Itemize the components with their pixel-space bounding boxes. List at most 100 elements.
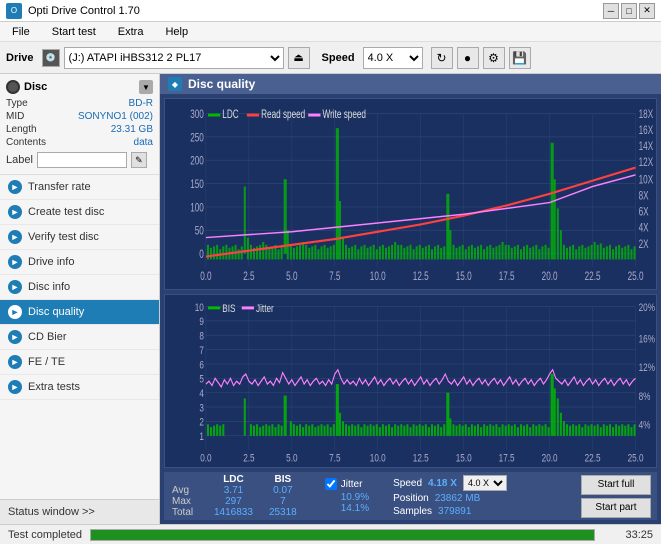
nav-verify-test-disc[interactable]: ► Verify test disc: [0, 225, 159, 250]
menu-help[interactable]: Help: [161, 24, 192, 40]
progress-time: 33:25: [603, 529, 653, 541]
nav-disc-quality[interactable]: ► Disc quality: [0, 300, 159, 325]
max-ldc: 297: [206, 496, 261, 507]
title-bar: O Opti Drive Control 1.70 ─ □ ✕: [0, 0, 661, 22]
svg-text:7.5: 7.5: [329, 452, 341, 465]
disc-header: Disc ▼: [6, 80, 153, 94]
max-label: Max: [170, 496, 206, 507]
nav-label-cd-bier: CD Bier: [28, 331, 67, 343]
disc-mid-label: MID: [6, 111, 24, 122]
eject-button[interactable]: ⏏: [288, 47, 310, 69]
disc-length-row: Length 23.31 GB: [6, 124, 153, 135]
nav-icon-transfer-rate: ►: [8, 180, 22, 194]
disc-expand-button[interactable]: ▼: [139, 80, 153, 94]
disc-contents-row: Contents data: [6, 137, 153, 148]
nav-icon-disc-quality: ►: [8, 305, 22, 319]
svg-text:7: 7: [199, 344, 204, 357]
samples-label: Samples: [393, 506, 432, 517]
status-bar: Test completed 33:25: [0, 524, 661, 544]
save-button[interactable]: 💾: [509, 47, 531, 69]
close-button[interactable]: ✕: [639, 3, 655, 19]
start-buttons: Start full Start part: [581, 475, 651, 518]
drive-select[interactable]: (J:) ATAPI iHBS312 2 PL17: [64, 47, 284, 69]
maximize-button[interactable]: □: [621, 3, 637, 19]
svg-text:17.5: 17.5: [499, 271, 515, 284]
svg-text:50: 50: [195, 225, 204, 238]
svg-text:6X: 6X: [639, 206, 649, 219]
svg-text:25.0: 25.0: [628, 452, 644, 465]
nav-icon-extra-tests: ►: [8, 380, 22, 394]
speed-stat-select[interactable]: 4.0 X: [463, 475, 507, 491]
nav-icon-create-test-disc: ►: [8, 205, 22, 219]
disc-header-label: Disc: [24, 81, 47, 93]
avg-ldc: 3.71: [206, 485, 261, 496]
total-label: Total: [170, 507, 206, 518]
svg-text:8: 8: [199, 330, 204, 343]
jitter-checkbox[interactable]: [325, 478, 337, 490]
bis-header: BIS: [261, 474, 305, 485]
svg-text:25.0: 25.0: [628, 271, 644, 284]
start-part-button[interactable]: Start part: [581, 498, 651, 518]
start-full-button[interactable]: Start full: [581, 475, 651, 495]
position-value: 23862 MB: [435, 493, 481, 504]
nav-label-fe-te: FE / TE: [28, 356, 65, 368]
disc-label-edit-button[interactable]: ✎: [131, 152, 147, 168]
content-header-icon: ◆: [168, 77, 182, 91]
nav-section: ► Transfer rate ► Create test disc ► Ver…: [0, 175, 159, 499]
minimize-button[interactable]: ─: [603, 3, 619, 19]
svg-text:15.0: 15.0: [456, 452, 472, 465]
status-window-button[interactable]: Status window >>: [0, 499, 159, 524]
speed-select[interactable]: 4.0 X 2.0 X 1.0 X: [363, 47, 423, 69]
disc-type-row: Type BD-R: [6, 98, 153, 109]
settings-button[interactable]: ⚙: [483, 47, 505, 69]
svg-text:100: 100: [190, 202, 204, 215]
avg-label: Avg: [170, 485, 206, 496]
nav-transfer-rate[interactable]: ► Transfer rate: [0, 175, 159, 200]
nav-label-extra-tests: Extra tests: [28, 381, 80, 393]
svg-text:Jitter: Jitter: [256, 303, 274, 316]
svg-text:10.0: 10.0: [370, 452, 386, 465]
menu-bar: File Start test Extra Help: [0, 22, 661, 42]
svg-text:5: 5: [199, 373, 204, 386]
nav-drive-info[interactable]: ► Drive info: [0, 250, 159, 275]
drive-label: Drive: [6, 52, 34, 64]
content-header: ◆ Disc quality: [160, 74, 661, 94]
speed-label: Speed: [322, 52, 355, 64]
svg-text:LDC: LDC: [222, 109, 238, 122]
disc-label-row: Label ✎: [6, 152, 153, 168]
disc-label-input[interactable]: [37, 152, 127, 168]
nav-disc-info[interactable]: ► Disc info: [0, 275, 159, 300]
disc-section: Disc ▼ Type BD-R MID SONYNO1 (002) Lengt…: [0, 74, 159, 175]
menu-start-test[interactable]: Start test: [48, 24, 100, 40]
disc-mid-value: SONYNO1 (002): [78, 111, 153, 122]
nav-cd-bier[interactable]: ► CD Bier: [0, 325, 159, 350]
nav-label-create-test-disc: Create test disc: [28, 206, 104, 218]
refresh-button[interactable]: ↻: [431, 47, 453, 69]
svg-text:150: 150: [190, 179, 204, 192]
svg-text:2.5: 2.5: [243, 452, 255, 465]
nav-fe-te[interactable]: ► FE / TE: [0, 350, 159, 375]
chart-ldc-svg: 300 250 200 150 100 50 0 18X 16X 14X 12X: [165, 99, 656, 289]
disc-length-label: Length: [6, 124, 37, 135]
svg-text:16X: 16X: [639, 125, 654, 138]
nav-create-test-disc[interactable]: ► Create test disc: [0, 200, 159, 225]
menu-file[interactable]: File: [8, 24, 34, 40]
content-title: Disc quality: [188, 77, 255, 91]
svg-text:12.5: 12.5: [413, 271, 429, 284]
menu-extra[interactable]: Extra: [114, 24, 148, 40]
disc-action-button[interactable]: ●: [457, 47, 479, 69]
content-area: ◆ Disc quality: [160, 74, 661, 524]
bottom-stats-row: LDC BIS Avg 3.71 0.07 Max 297 7: [164, 472, 657, 520]
total-ldc: 1416833: [206, 507, 261, 518]
svg-text:Write speed: Write speed: [323, 109, 366, 122]
svg-text:6: 6: [199, 359, 204, 372]
svg-text:1: 1: [199, 430, 204, 443]
main-area: Disc ▼ Type BD-R MID SONYNO1 (002) Lengt…: [0, 74, 661, 524]
svg-text:3: 3: [199, 402, 204, 415]
disc-mid-row: MID SONYNO1 (002): [6, 111, 153, 122]
svg-text:0.0: 0.0: [200, 271, 212, 284]
disc-type-label: Type: [6, 98, 28, 109]
jitter-label: Jitter: [341, 479, 363, 490]
sidebar: Disc ▼ Type BD-R MID SONYNO1 (002) Lengt…: [0, 74, 160, 524]
nav-extra-tests[interactable]: ► Extra tests: [0, 375, 159, 400]
